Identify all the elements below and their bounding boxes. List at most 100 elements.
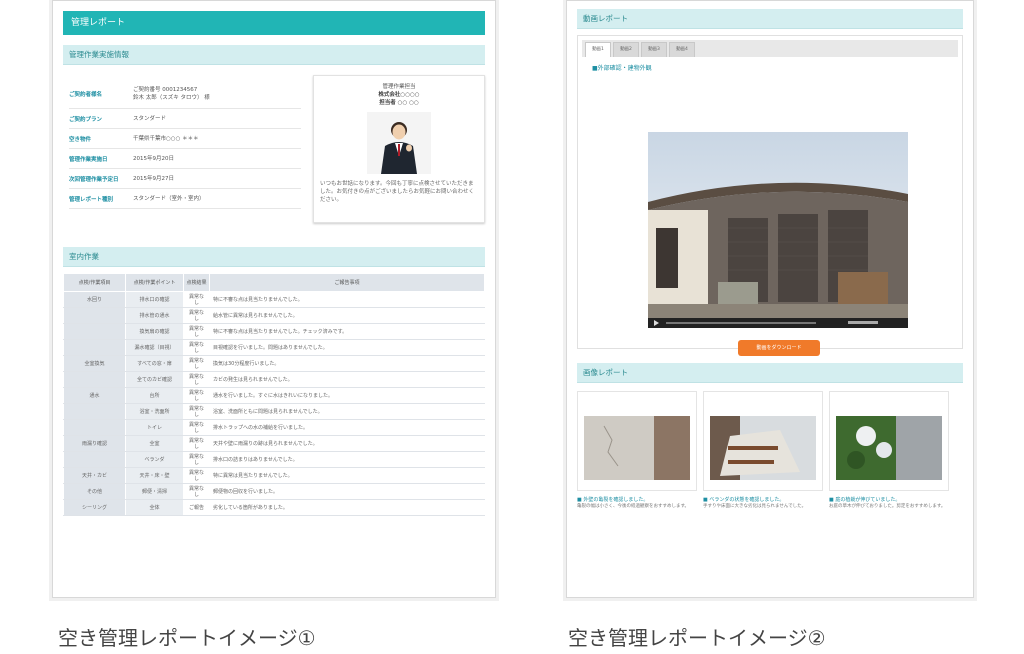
- cell-point: 漏水確認（目視）: [125, 339, 184, 356]
- house-video-frame: [648, 132, 908, 328]
- cell-group: 天井・カビ: [63, 467, 126, 484]
- cell-note: 劣化している箇所がありました。: [209, 499, 485, 516]
- photo-note: お庭の草木が伸びておりました。剪定をおすすめします。: [829, 504, 946, 509]
- photo-item: ■ 庭の植栽が伸びていました。 お庭の草木が伸びておりました。剪定をおすすめしま…: [829, 391, 949, 511]
- cell-point: 排水管の通水: [125, 307, 184, 324]
- video-title-link[interactable]: ■外部確認・建物外観: [592, 63, 958, 72]
- cell-note: 特に異常は見当たりませんでした。: [209, 467, 485, 484]
- cell-group: その他: [63, 483, 126, 500]
- cell-note: 郵便物の回収を行いました。: [209, 483, 485, 500]
- video-tabs: 動画1 動画2 動画3 動画4: [582, 40, 958, 57]
- photo-caption: ■ ベランダの状態を確認しました。: [703, 497, 785, 503]
- info-value: 千葉県千葉市○○○ ＊＊＊: [133, 135, 199, 142]
- info-value: スタンダード: [133, 115, 167, 122]
- cell-status: 異常なし: [183, 403, 210, 420]
- info-key: ご契約プラン: [69, 116, 103, 123]
- table-row: ベランダ 異常なし 排水口の詰まりはありませんでした。: [63, 451, 485, 468]
- tab-video-2[interactable]: 動画2: [613, 42, 639, 57]
- cell-status: 異常なし: [183, 307, 210, 324]
- table-row: 全室換気 すべての窓・扉 異常なし 換気は30分程度行いました。: [63, 355, 485, 372]
- table-row: 通水 台所 異常なし 通水を行いました。すぐに水はきれいになりました。: [63, 387, 485, 404]
- cell-status: 異常なし: [183, 451, 210, 468]
- table-row: 天井・カビ 天井・床・壁 異常なし 特に異常は見当たりませんでした。: [63, 467, 485, 484]
- photo-frame: [577, 391, 697, 491]
- table-row: 換気扇の確認 異常なし 特に不審な点は見当たりませんでした。チェック済みです。: [63, 323, 485, 340]
- col-header: 点検結果: [183, 273, 210, 292]
- cell-status: 異常なし: [183, 467, 210, 484]
- table-row: 漏水確認（目視） 異常なし 目視確認を行いました。問題はありませんでした。: [63, 339, 485, 356]
- cell-group: [63, 371, 126, 388]
- cell-point: 台所: [125, 387, 184, 404]
- download-video-button[interactable]: 動画をダウンロード: [738, 340, 820, 356]
- cell-note: 排水トラップへの水の補給を行いました。: [209, 419, 485, 436]
- info-row: 管理作業実施日 2015年9月20日: [69, 149, 301, 169]
- tab-video-1[interactable]: 動画1: [585, 42, 611, 57]
- cell-group: [63, 451, 126, 468]
- tab-video-4[interactable]: 動画4: [669, 42, 695, 57]
- table-row: トイレ 異常なし 排水トラップへの水の補給を行いました。: [63, 419, 485, 436]
- cell-point: ベランダ: [125, 451, 184, 468]
- cell-point: トイレ: [125, 419, 184, 436]
- cell-status: 異常なし: [183, 339, 210, 356]
- info-key: 空き物件: [69, 136, 92, 143]
- cell-point: 排水口の確認: [125, 291, 184, 308]
- cell-group: [63, 323, 126, 340]
- photo-grid: ■ 外壁の亀裂を確認しました。 亀裂の幅は小さく、今後の経過観察をおすすめします…: [577, 391, 963, 511]
- cell-point: 天井・床・壁: [125, 467, 184, 484]
- info-key: 管理作業実施日: [69, 156, 108, 163]
- cell-point: 郵便・清掃: [125, 483, 184, 500]
- cell-point: 全体: [125, 499, 184, 516]
- staff-message: いつもお世話になります。今回も丁寧に点検させていただきました。お気付きの点がござ…: [320, 181, 475, 203]
- cell-note: 天井や壁に雨漏りの跡は見られませんでした。: [209, 435, 485, 452]
- staff-name: 担当者 ○○ ○○: [379, 100, 419, 106]
- info-value: 2015年9月27日: [133, 175, 174, 182]
- cell-point: 換気扇の確認: [125, 323, 184, 340]
- cell-point: 全室: [125, 435, 184, 452]
- table-row: シーリング 全体 ご報告 劣化している箇所がありました。: [63, 499, 485, 516]
- tab-video-3[interactable]: 動画3: [641, 42, 667, 57]
- cell-note: 特に不審な点は見当たりませんでした。チェック済みです。: [209, 323, 485, 340]
- photo-note: 手すりや床面に大きな劣化は見られませんでした。: [703, 504, 807, 509]
- table-header-row: 点検/作業項目 点検/作業ポイント 点検結果 ご報告事項: [63, 273, 485, 292]
- report-title: 管理レポート: [63, 11, 485, 35]
- caption-left: 空き管理レポートイメージ①: [58, 626, 316, 650]
- video-player[interactable]: [648, 132, 908, 328]
- info-row: ご契約者様名 ご契約番号 0001234567 鈴木 太郎（スズキ タロウ） 様: [69, 79, 301, 109]
- staff-role: 管理作業担当: [382, 84, 416, 90]
- cell-note: 浴室、洗面所ともに問題は見られませんでした。: [209, 403, 485, 420]
- table-row: その他 郵便・清掃 異常なし 郵便物の回収を行いました。: [63, 483, 485, 500]
- cell-note: 目視確認を行いました。問題はありませんでした。: [209, 339, 485, 356]
- cell-group: シーリング: [63, 499, 126, 516]
- cell-note: 換気は30分程度行いました。: [209, 355, 485, 372]
- photo-note: 亀裂の幅は小さく、今後の経過観察をおすすめします。: [577, 504, 690, 509]
- garden-photo: [836, 416, 942, 480]
- cell-status: 異常なし: [183, 355, 210, 372]
- info-value: 2015年9月20日: [133, 155, 174, 162]
- photo-item: ■ ベランダの状態を確認しました。 手すりや床面に大きな劣化は見られませんでした…: [703, 391, 823, 511]
- table-row: 雨漏り確認 全室 異常なし 天井や壁に雨漏りの跡は見られませんでした。: [63, 435, 485, 452]
- info-row: 空き物件 千葉県千葉市○○○ ＊＊＊: [69, 129, 301, 149]
- cell-note: 給水管に異常は見られませんでした。: [209, 307, 485, 324]
- cell-status: 異常なし: [183, 419, 210, 436]
- table-row: 水回り 排水口の確認 異常なし 特に不審な点は見当たりませんでした。: [63, 291, 485, 308]
- cell-note: カビの発生は見られませんでした。: [209, 371, 485, 388]
- cell-status: 異常なし: [183, 435, 210, 452]
- cell-point: すべての窓・扉: [125, 355, 184, 372]
- info-value: ご契約番号 0001234567 鈴木 太郎（スズキ タロウ） 様: [133, 86, 210, 101]
- staff-photo: [367, 112, 431, 174]
- info-block: ご契約者様名 ご契約番号 0001234567 鈴木 太郎（スズキ タロウ） 様…: [63, 73, 485, 243]
- report-image-1: 管理レポート 管理作業実施情報 ご契約者様名 ご契約番号 0001234567 …: [52, 0, 496, 598]
- section-room-header: 室内作業: [63, 247, 485, 267]
- section-info-header: 管理作業実施情報: [63, 45, 485, 65]
- table-row: 全てのカビ確認 異常なし カビの発生は見られませんでした。: [63, 371, 485, 388]
- info-key: ご契約者様名: [69, 91, 103, 98]
- cell-group: 水回り: [63, 291, 126, 308]
- report-table: 点検/作業項目 点検/作業ポイント 点検結果 ご報告事項 水回り 排水口の確認 異常…: [63, 273, 485, 516]
- cell-group: 通水: [63, 387, 126, 404]
- section-photo-header: 画像レポート: [577, 363, 963, 383]
- col-header: 点検/作業項目: [63, 273, 126, 292]
- table-row: 排水管の通水 異常なし 給水管に異常は見られませんでした。: [63, 307, 485, 324]
- section-video-header: 動画レポート: [577, 9, 963, 29]
- info-key: 次回管理作業予定日: [69, 176, 119, 183]
- photo-frame: [703, 391, 823, 491]
